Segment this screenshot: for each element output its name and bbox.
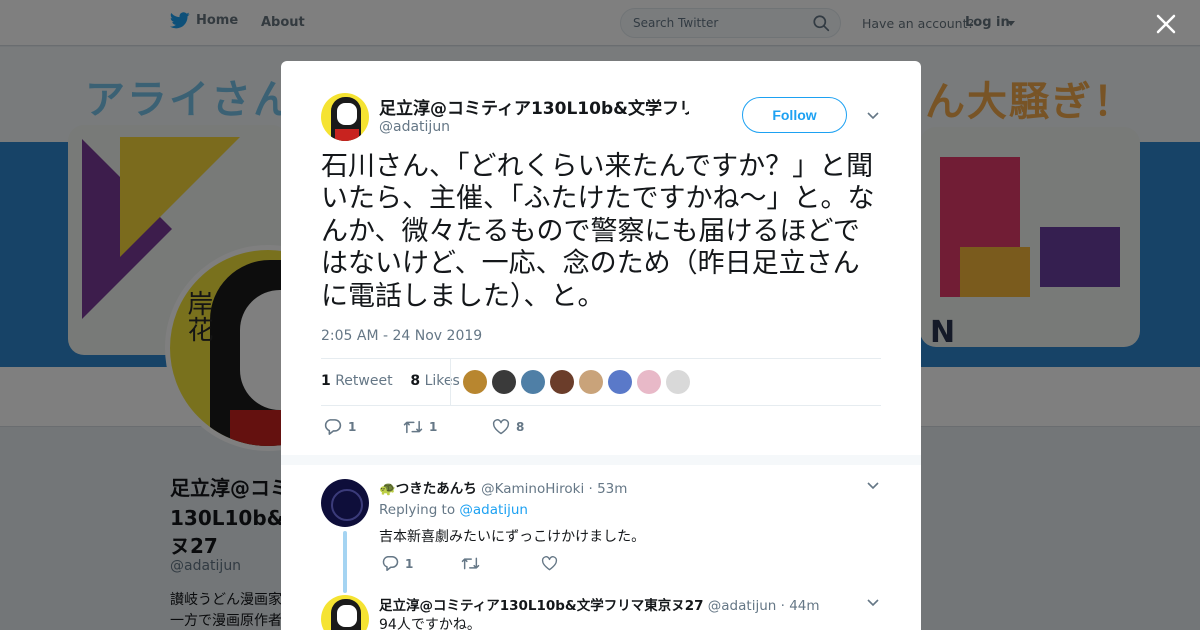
like-action[interactable]: 8: [492, 419, 524, 435]
reply-author-avatar[interactable]: [321, 479, 369, 527]
chevron-down-icon[interactable]: [867, 112, 879, 120]
liker-avatar[interactable]: [579, 370, 603, 394]
follow-button[interactable]: Follow: [742, 97, 847, 133]
replying-prefix: Replying to: [379, 502, 456, 518]
like-stat-label: Likes: [424, 373, 460, 389]
tweet-modal: 足立淳@コミティア130L10b&文学フリマ東京ヌ27 @adatijun Fo…: [281, 61, 921, 630]
reply-action[interactable]: 1: [323, 418, 403, 436]
reply-count: 1: [348, 420, 357, 434]
reply-icon: [324, 419, 342, 435]
retweet-stat[interactable]: 1 Retweet: [321, 373, 393, 389]
reply2-author-handle[interactable]: @adatijun: [708, 598, 777, 614]
stats-divider-top: [321, 358, 881, 359]
retweet-count: 1: [429, 420, 438, 434]
reply2-author-name[interactable]: 足立淳@コミティア130L10b&文学フリマ東京ヌ27: [379, 598, 703, 614]
avatar-face: [337, 605, 357, 627]
author-handle[interactable]: @adatijun: [379, 119, 450, 135]
reply-author-handle[interactable]: @KaminoHiroki: [481, 481, 584, 497]
tweet-actions: 1 1 8: [323, 418, 524, 436]
avatar-clothing: [335, 129, 359, 141]
liker-avatar[interactable]: [637, 370, 661, 394]
retweet-action[interactable]: 1: [403, 419, 492, 435]
author-avatar[interactable]: [321, 93, 369, 141]
reply2-text: 94人ですかね。: [379, 617, 481, 630]
heart-icon: [541, 556, 558, 571]
liker-avatars: [463, 370, 690, 394]
heart-icon: [492, 419, 510, 435]
retweet-icon: [461, 557, 480, 570]
reply-author-name[interactable]: 🐢つきたあんち: [379, 481, 477, 497]
replying-to-handle[interactable]: @adatijun: [459, 502, 528, 518]
retweet-icon: [403, 420, 423, 434]
reply-like-action[interactable]: [541, 556, 558, 571]
chevron-down-icon[interactable]: [867, 599, 879, 607]
tweet-stats: 1 Retweet 8 Likes: [321, 373, 460, 389]
avatar-face: [337, 103, 357, 125]
like-count: 8: [516, 420, 525, 434]
liker-avatar[interactable]: [666, 370, 690, 394]
reply-icon: [382, 556, 399, 571]
reply2-header: 足立淳@コミティア130L10b&文学フリマ東京ヌ27 @adatijun · …: [379, 598, 820, 614]
replying-to: Replying to @adatijun: [379, 502, 528, 518]
reply2-author-avatar[interactable]: [321, 595, 369, 630]
liker-avatar[interactable]: [521, 370, 545, 394]
liker-avatar[interactable]: [463, 370, 487, 394]
tweet-text: 石川さん、「どれくらい来たんですか？」と聞いたら、主催、「ふたけたですかね～」と…: [321, 151, 875, 312]
author-name[interactable]: 足立淳@コミティア130L10b&文学フリマ東京ヌ27: [379, 94, 689, 119]
reply-text: 吉本新喜劇みたいにずっこけかけました。: [379, 529, 646, 545]
reply-header: 🐢つきたあんち @KaminoHiroki · 53m: [379, 481, 628, 497]
stats-separator: [450, 359, 451, 405]
stats-divider-bottom: [321, 405, 881, 406]
reply-reply-count: 1: [405, 556, 414, 571]
reply-retweet-action[interactable]: [461, 556, 541, 571]
reply-actions: 1: [381, 555, 558, 572]
thread-line: [343, 531, 347, 593]
liker-avatar[interactable]: [492, 370, 516, 394]
close-icon[interactable]: [1155, 13, 1177, 35]
retweet-stat-label: Retweet: [335, 373, 393, 389]
liker-avatar[interactable]: [550, 370, 574, 394]
tweet-timestamp[interactable]: 2:05 AM - 24 Nov 2019: [321, 328, 482, 344]
liker-avatar[interactable]: [608, 370, 632, 394]
retweet-stat-count: 1: [321, 373, 331, 389]
reply-reply-action[interactable]: 1: [381, 555, 461, 572]
reply2-time[interactable]: 44m: [789, 598, 819, 614]
chevron-down-icon[interactable]: [867, 482, 879, 490]
replies-separator: [281, 455, 921, 465]
like-stat-count: 8: [410, 373, 421, 389]
reply-time[interactable]: 53m: [597, 481, 627, 497]
like-stat[interactable]: 8 Likes: [410, 373, 459, 389]
